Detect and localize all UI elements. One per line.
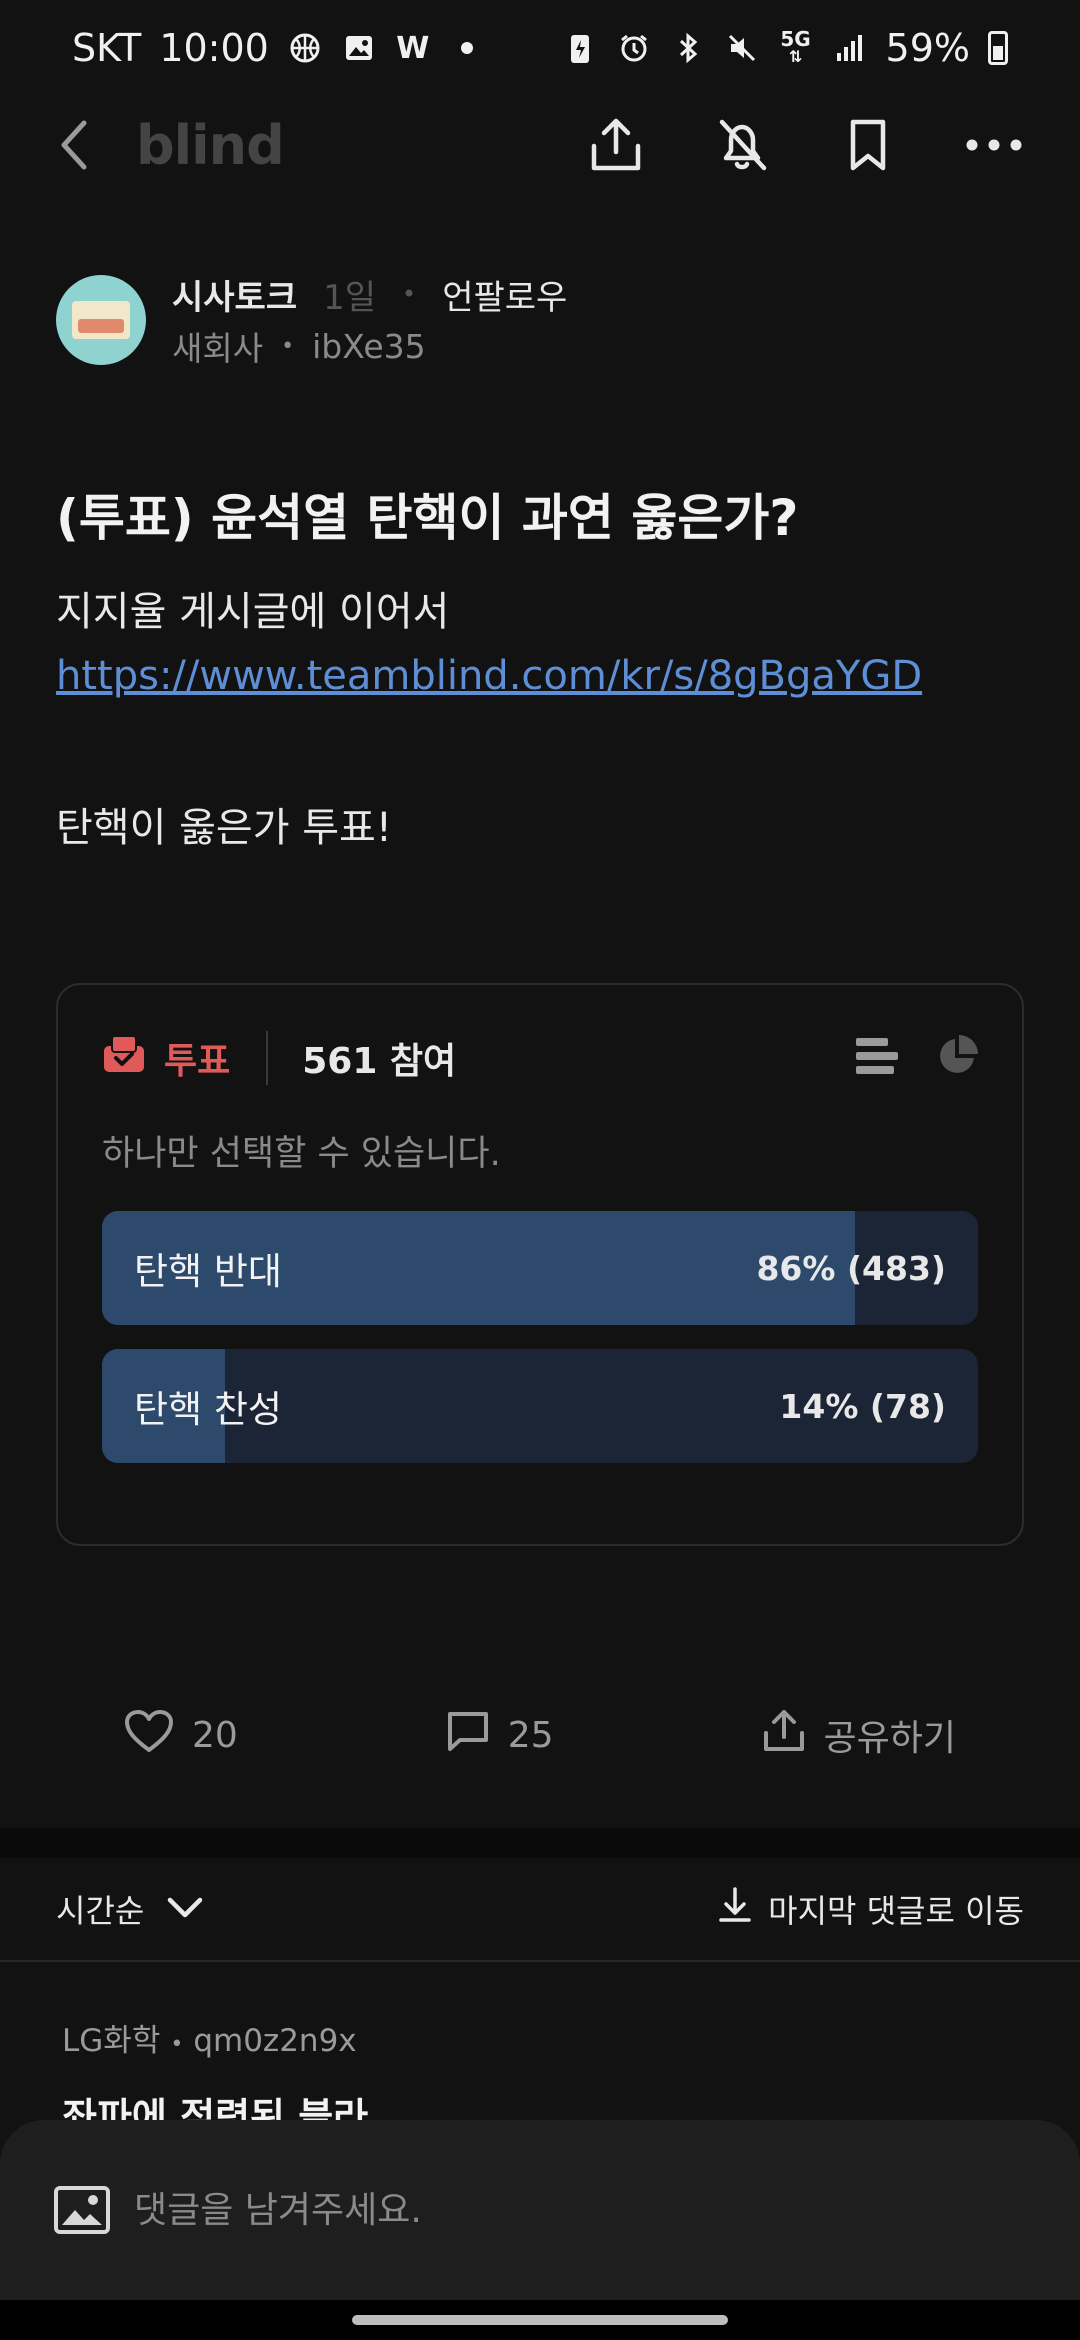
network-5g-icon: 5G ⇅ [780,27,811,66]
pie-chart-view-icon[interactable] [936,1035,978,1081]
poll-tag-label: 투표 [164,1041,231,1082]
signal-icon [832,30,868,66]
notification-off-icon[interactable] [712,115,772,175]
home-gesture-handle[interactable] [352,2315,728,2325]
download-arrow-icon [718,1886,752,1932]
poll-option-result: 14% (78) [779,1386,946,1426]
separator-dot: • [170,2032,184,2057]
app-header: blind [0,100,1080,190]
poll-option[interactable]: 탄핵 찬성 14% (78) [102,1349,978,1463]
share-icon[interactable] [586,115,646,175]
clock: 10:00 [159,26,269,70]
heart-icon [124,1709,174,1762]
bookmark-icon[interactable] [838,115,898,175]
post-actions: 20 25 공유하기 [0,1700,1080,1770]
bluetooth-icon [670,30,706,66]
comment-input[interactable] [134,2189,1028,2231]
board-avatar[interactable] [56,275,146,365]
battery-saver-icon [562,30,598,66]
post-text-line: 지지율 게시글에 이어서 [56,589,450,635]
jump-to-last-comment-button[interactable]: 마지막 댓글로 이동 [718,1886,1024,1932]
alarm-icon [616,30,652,66]
poll-header: 투표 561 참여 [102,1023,978,1093]
poll-option-label: 탄핵 반대 [134,1250,282,1293]
post-author: 시사토크 1일 • 언팔로우 새회사 • ibXe35 [56,270,567,370]
poll-options: 탄핵 반대 86% (483) 탄핵 찬성 14% (78) [102,1211,978,1463]
post-link[interactable]: https://www.teamblind.com/kr/s/8gBgaYGD [56,644,922,708]
header-actions [586,115,1024,175]
comment-meta: LG화학 • qm0z2n9x [62,2015,1022,2060]
image-attach-icon[interactable] [52,2180,112,2240]
carrier-label: SKT [72,26,142,70]
share-label: 공유하기 [823,1718,956,1759]
poll-hint: 하나만 선택할 수 있습니다. [102,1134,501,1174]
post-body: 지지율 게시글에 이어서 https://www.teamblind.com/k… [56,580,922,860]
bar-chart-view-icon[interactable] [856,1038,898,1078]
blind-logo: blind [136,113,285,177]
section-divider [0,1828,1080,1858]
back-icon[interactable] [56,115,96,175]
jump-to-last-label: 마지막 댓글로 이동 [768,1892,1024,1930]
more-options-icon[interactable] [964,115,1024,175]
poll-participants: 561 참여 [302,1041,457,1082]
comment-user-id: qm0z2n9x [193,2023,357,2059]
comment-count: 25 [507,1714,554,1756]
sort-dropdown[interactable]: 시간순 [56,1886,204,1932]
author-line-2: 새회사 • ibXe35 [172,322,567,370]
notification-dot-icon [449,30,485,66]
poll-option-result: 86% (483) [756,1248,946,1288]
status-bar: SKT 10:00 W 5G ⇅ 59% [0,0,1080,96]
unfollow-button[interactable]: 언팔로우 [442,270,567,319]
basketball-icon [287,30,323,66]
author-line-1: 시사토크 1일 • 언팔로우 [172,270,567,318]
mute-icon [724,30,760,66]
ballot-box-icon [102,1034,146,1083]
like-count: 20 [192,1714,238,1756]
share-button[interactable]: 공유하기 [762,1709,956,1762]
poll-option-label: 탄핵 찬성 [134,1388,282,1431]
separator-dot: • [402,280,417,308]
poll-option[interactable]: 탄핵 반대 86% (483) [102,1211,978,1325]
w-app-icon: W [396,30,430,66]
comment-sort-bar: 시간순 마지막 댓글로 이동 [0,1858,1080,1962]
chevron-down-icon [166,1890,204,1928]
like-button[interactable]: 20 [124,1709,238,1762]
post-text-line: 탄핵이 옳은가 투표! [56,805,392,851]
post-time: 1일 [323,277,377,318]
gallery-icon [341,30,377,66]
post-spacer [56,708,922,796]
comment-button[interactable]: 25 [446,1709,554,1762]
sort-label: 시간순 [56,1892,145,1930]
comment-input-bar [0,2120,1080,2300]
comment-icon [446,1709,490,1762]
status-right: 5G ⇅ 59% [562,26,1008,70]
author-company: 새회사 [172,329,264,368]
poll-tag: 투표 [102,1032,230,1084]
battery-percent: 59% [885,26,970,70]
board-name[interactable]: 시사토크 [172,270,297,319]
author-id: ibXe35 [312,326,426,366]
network-label: 5G [780,27,811,51]
author-info: 시사토크 1일 • 언팔로우 새회사 • ibXe35 [172,270,567,370]
poll-divider [266,1031,269,1085]
post-title: (투표) 윤석열 탄핵이 과연 옳은가? [56,489,799,547]
poll-view-toggles [856,1035,978,1081]
status-left: SKT 10:00 W [72,26,485,70]
share-icon [762,1709,806,1762]
poll-card: 투표 561 참여 하나만 선택할 수 있습니다. 탄핵 반대 86% (483… [56,983,1024,1546]
comment-company: LG화학 [62,2023,161,2059]
battery-icon [988,31,1008,65]
separator-dot: • [281,333,295,359]
